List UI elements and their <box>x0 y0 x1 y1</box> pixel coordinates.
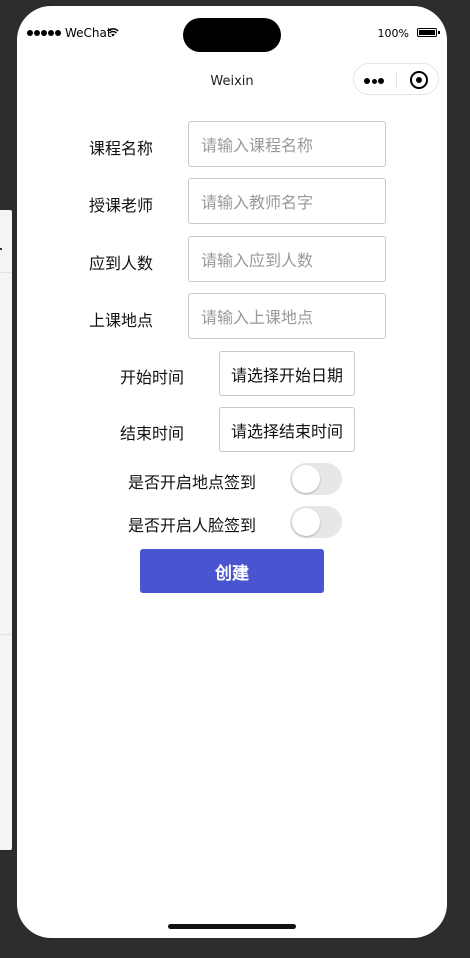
home-indicator <box>168 924 296 929</box>
course-name-label: 课程名称 <box>89 139 154 158</box>
camera-notch <box>183 18 281 52</box>
background-card-divider <box>0 634 12 635</box>
expected-count-input[interactable]: 请输入应到人数 <box>188 236 386 282</box>
location-label: 上课地点 <box>89 311 154 330</box>
status-bar: WeChat 100% <box>17 6 447 62</box>
more-icon[interactable] <box>364 77 386 85</box>
course-name-input[interactable]: 请输入课程名称 <box>188 121 386 167</box>
end-time-label: 结束时间 <box>120 424 185 443</box>
battery-icon <box>417 28 440 37</box>
background-card-dot <box>0 248 2 250</box>
teacher-label: 授课老师 <box>89 196 154 215</box>
signal-strength-icon <box>27 30 61 36</box>
background-card <box>0 210 12 850</box>
carrier-name: WeChat <box>65 26 112 40</box>
create-button[interactable]: 创建 <box>140 549 324 593</box>
switch-knob <box>292 508 320 536</box>
face-checkin-switch[interactable] <box>290 506 342 538</box>
start-date-picker[interactable]: 请选择开始日期 <box>219 351 355 396</box>
capsule-divider <box>396 72 397 88</box>
face-checkin-label: 是否开启人脸签到 <box>128 516 257 535</box>
teacher-input[interactable]: 请输入教师名字 <box>188 178 386 224</box>
start-time-label: 开始时间 <box>120 368 185 387</box>
location-checkin-label: 是否开启地点签到 <box>128 473 257 492</box>
mini-program-capsule <box>353 63 439 95</box>
switch-knob <box>292 465 320 493</box>
battery-percentage: 100% <box>377 27 409 40</box>
wifi-icon <box>107 28 119 37</box>
location-checkin-switch[interactable] <box>290 463 342 495</box>
phone-screen: WeChat 100% Weixin 课程名称 请输入课程名称 授课老师 请输入… <box>17 6 447 938</box>
location-input[interactable]: 请输入上课地点 <box>188 293 386 339</box>
close-mini-program-icon[interactable] <box>410 71 428 89</box>
background-card-divider <box>0 272 12 273</box>
end-time-picker[interactable]: 请选择结束时间 <box>219 407 355 452</box>
expected-count-label: 应到人数 <box>89 254 154 273</box>
